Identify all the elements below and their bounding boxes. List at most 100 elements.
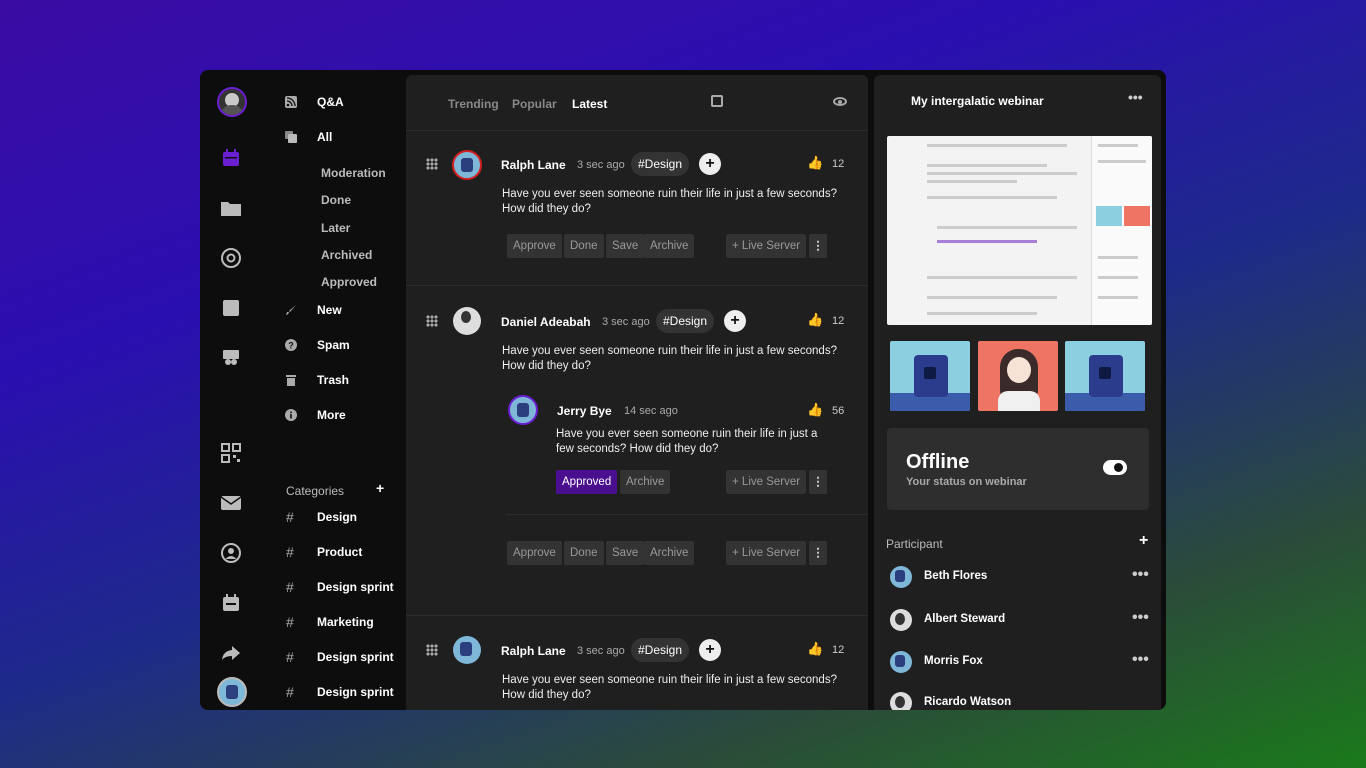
add-tag-button[interactable]: + bbox=[699, 153, 721, 175]
folder-icon[interactable] bbox=[220, 197, 242, 219]
live-server-button[interactable]: + Live Server bbox=[726, 541, 807, 565]
mail-icon[interactable] bbox=[220, 492, 242, 514]
more-options-icon[interactable]: ••• bbox=[1132, 651, 1149, 669]
nav-item-all[interactable]: All bbox=[284, 130, 332, 144]
save-button[interactable]: Save bbox=[606, 541, 645, 565]
qr-code-icon[interactable] bbox=[220, 442, 242, 464]
category-item[interactable]: # Design bbox=[286, 509, 357, 525]
webinar-preview-image[interactable] bbox=[887, 136, 1152, 325]
category-label: Design sprint bbox=[317, 650, 394, 664]
add-category-button[interactable]: + bbox=[376, 480, 384, 496]
post-tag[interactable]: #Design bbox=[631, 152, 690, 176]
drag-handle-icon[interactable] bbox=[426, 158, 438, 170]
add-participant-button[interactable]: + bbox=[1139, 532, 1148, 550]
avatar bbox=[453, 307, 481, 335]
post-tag[interactable]: #Design bbox=[656, 309, 715, 333]
nav-item-label: New bbox=[317, 303, 342, 317]
thumbs-up-icon[interactable]: 👍 bbox=[807, 641, 823, 657]
nav-sub-later[interactable]: Later bbox=[321, 221, 350, 235]
done-button[interactable]: Done bbox=[564, 541, 604, 565]
category-item[interactable]: # Design sprint bbox=[286, 684, 394, 700]
archive-button[interactable]: Archive bbox=[620, 470, 671, 494]
post-item: Daniel Adeabah 3 sec ago #Design + 👍 12 … bbox=[406, 307, 868, 610]
category-item[interactable]: # Product bbox=[286, 544, 362, 560]
approved-badge-button[interactable]: Approved bbox=[556, 470, 618, 494]
hash-icon: # bbox=[286, 649, 294, 665]
participant-item[interactable]: Beth Flores ••• bbox=[890, 566, 1152, 590]
participant-name: Morris Fox bbox=[924, 655, 983, 667]
drag-handle-icon[interactable] bbox=[426, 644, 438, 656]
post-author[interactable]: Ralph Lane bbox=[501, 158, 566, 172]
hash-icon: # bbox=[286, 544, 294, 560]
category-label: Marketing bbox=[317, 615, 374, 629]
feed-tabs: Trending Popular Latest bbox=[406, 75, 868, 131]
thumbnail-walkman[interactable] bbox=[1065, 341, 1145, 411]
avatar bbox=[890, 609, 912, 631]
svg-text:?: ? bbox=[288, 341, 294, 351]
tab-popular[interactable]: Popular bbox=[512, 97, 557, 111]
status-toggle[interactable] bbox=[1103, 460, 1127, 475]
nav-item-more[interactable]: More bbox=[284, 408, 346, 422]
post-tag[interactable]: #Design bbox=[631, 638, 690, 662]
archive-button[interactable]: Archive bbox=[644, 541, 695, 565]
approve-button[interactable]: Approve bbox=[507, 541, 562, 565]
more-actions-button[interactable]: ⋮ bbox=[809, 541, 827, 565]
participant-item[interactable]: Albert Steward ••• bbox=[890, 609, 1152, 633]
more-actions-button[interactable]: ⋮ bbox=[809, 470, 827, 494]
thumbnail-girl[interactable] bbox=[978, 341, 1058, 411]
thumbs-up-icon[interactable]: 👍 bbox=[807, 155, 823, 171]
tab-latest[interactable]: Latest bbox=[572, 97, 607, 111]
fullscreen-icon[interactable] bbox=[711, 95, 723, 107]
save-button[interactable]: Save bbox=[606, 234, 645, 258]
nav-item-qa[interactable]: Q&A bbox=[284, 95, 344, 109]
more-actions-button[interactable]: ⋮ bbox=[809, 234, 827, 258]
nav-item-new[interactable]: New bbox=[284, 303, 342, 317]
question-icon: ? bbox=[284, 338, 298, 352]
nav-item-spam[interactable]: ? Spam bbox=[284, 338, 350, 352]
more-options-icon[interactable]: ••• bbox=[1128, 89, 1143, 105]
approve-button[interactable]: Approve bbox=[507, 234, 562, 258]
done-button[interactable]: Done bbox=[564, 234, 604, 258]
archive-button[interactable]: Archive bbox=[644, 234, 695, 258]
post-item: Ralph Lane 3 sec ago #Design + 👍 12 Have… bbox=[406, 150, 868, 283]
add-tag-button[interactable]: + bbox=[724, 310, 746, 332]
calendar-icon[interactable] bbox=[220, 147, 242, 169]
post-text-line: How did they do? bbox=[502, 360, 591, 372]
nav-sub-archived[interactable]: Archived bbox=[321, 248, 372, 262]
webinar-panel: My intergalatic webinar ••• Offline Your… bbox=[874, 75, 1161, 710]
nav-sub-done[interactable]: Done bbox=[321, 193, 351, 207]
category-item[interactable]: # Marketing bbox=[286, 614, 374, 630]
nav-item-label: Q&A bbox=[317, 95, 344, 109]
account-icon[interactable] bbox=[220, 542, 242, 564]
live-server-button[interactable]: + Live Server bbox=[726, 234, 807, 258]
live-server-button[interactable]: + Live Server bbox=[726, 470, 807, 494]
post-author[interactable]: Daniel Adeabah bbox=[501, 315, 591, 329]
nav-sub-approved[interactable]: Approved bbox=[321, 275, 377, 289]
nav-sub-moderation[interactable]: Moderation bbox=[321, 166, 386, 180]
post-time: 3 sec ago bbox=[602, 316, 650, 328]
more-options-icon[interactable]: ••• bbox=[1132, 609, 1149, 627]
participant-item[interactable]: Morris Fox ••• bbox=[890, 651, 1152, 675]
post-author[interactable]: Ralph Lane bbox=[501, 644, 566, 658]
slideshare-icon[interactable] bbox=[220, 347, 242, 369]
drag-handle-icon[interactable] bbox=[426, 315, 438, 327]
share-icon[interactable] bbox=[220, 642, 242, 664]
thumbs-up-icon[interactable]: 👍 bbox=[807, 312, 823, 328]
user-avatar[interactable] bbox=[217, 87, 247, 117]
add-tag-button[interactable]: + bbox=[699, 639, 721, 661]
chrome-icon[interactable] bbox=[220, 247, 242, 269]
nav-item-trash[interactable]: Trash bbox=[284, 373, 349, 387]
thumbs-up-icon[interactable]: 👍 bbox=[807, 402, 823, 418]
thumbnail-walkman[interactable] bbox=[890, 341, 970, 411]
reply-author[interactable]: Jerry Bye bbox=[557, 404, 612, 418]
category-label: Design sprint bbox=[317, 685, 394, 699]
category-item[interactable]: # Design sprint bbox=[286, 579, 394, 595]
category-item[interactable]: # Design sprint bbox=[286, 649, 394, 665]
bottom-avatar[interactable] bbox=[217, 677, 247, 707]
tab-trending[interactable]: Trending bbox=[448, 97, 499, 111]
participant-item[interactable]: Ricardo Watson bbox=[890, 692, 1152, 710]
square-icon[interactable] bbox=[220, 297, 242, 319]
eye-icon[interactable] bbox=[833, 97, 847, 106]
calendar-outline-icon[interactable] bbox=[220, 592, 242, 614]
more-options-icon[interactable]: ••• bbox=[1132, 566, 1149, 584]
